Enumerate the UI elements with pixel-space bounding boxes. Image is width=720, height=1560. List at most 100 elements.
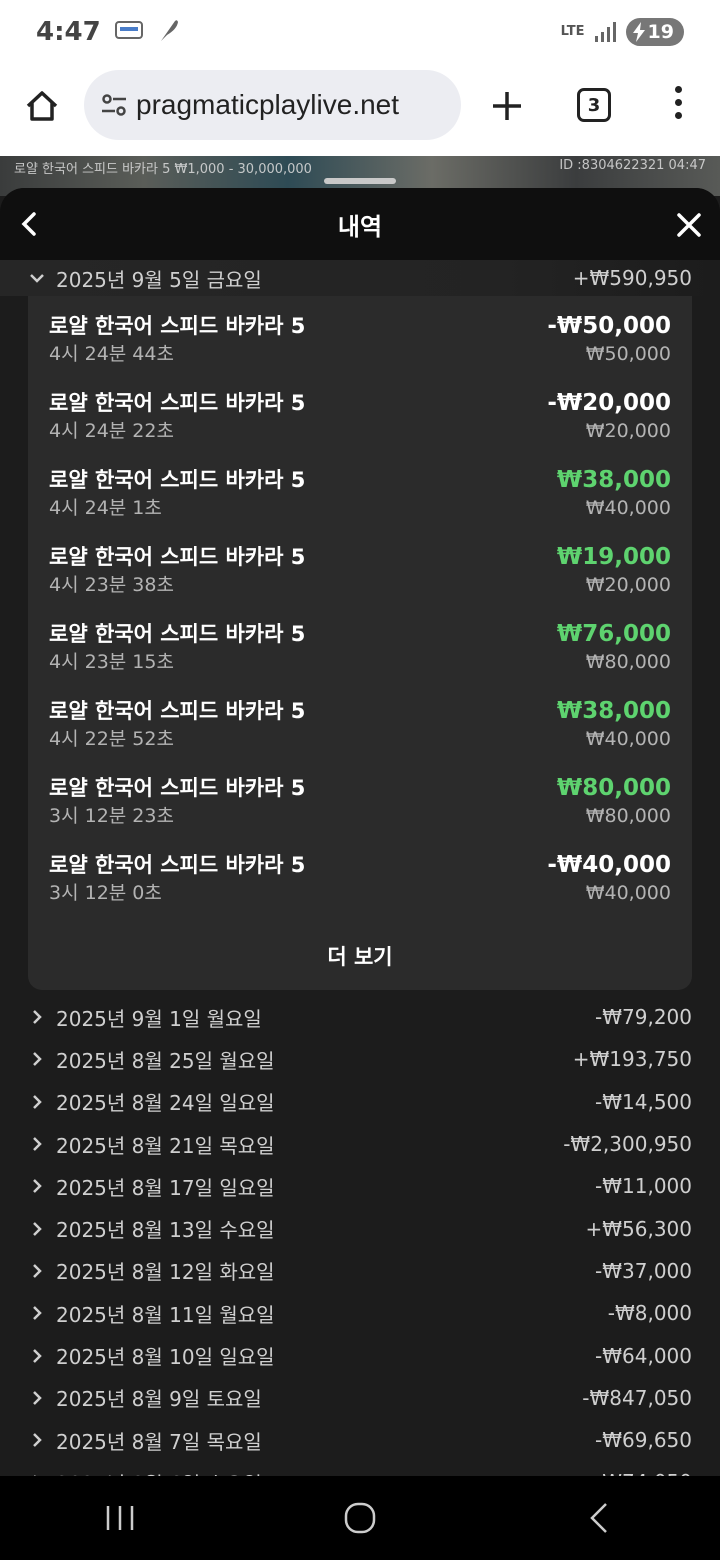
transaction-bet: ₩20,000 [585,574,671,596]
chevron-left-icon [21,212,36,236]
day-total: -₩847,050 [582,1385,692,1410]
day-total: -₩8,000 [607,1301,692,1326]
chevron-right-icon [33,1010,42,1025]
transaction-name: 로얄 한국어 스피드 바카라 5 [49,391,306,415]
chevron-right-icon [33,1390,42,1405]
transaction-row[interactable]: 로얄 한국어 스피드 바카라 5 4시 24분 1초 ₩38,000 ₩40,000 [49,464,671,541]
day-total: +₩193,750 [572,1047,692,1072]
transaction-time: 4시 24분 44초 [49,343,174,365]
day-list: 2025년 9월 1일 월요일 -₩79,200 2025년 8월 25일 월요일 +… [0,996,720,1478]
transaction-list: 로얄 한국어 스피드 바카라 5 4시 24분 44초 -₩50,000 ₩50,00… [49,310,671,926]
tab-switcher-button[interactable]: 3 [577,88,611,122]
day-total: -₩64,000 [595,1343,692,1368]
day-date: 2025년 9월 5일 금요일 [56,267,262,292]
transaction-time: 3시 12분 23초 [49,805,174,827]
transaction-amount: -₩40,000 [547,852,671,878]
transaction-time: 4시 24분 1초 [49,497,162,519]
transaction-bet: ₩20,000 [585,420,671,442]
back-arrow-icon [590,1503,607,1533]
day-date: 2025년 8월 11일 월요일 [56,1302,275,1327]
transaction-bet: ₩50,000 [585,343,671,365]
home-nav-button[interactable] [340,1498,380,1538]
home-button[interactable] [22,86,62,126]
transaction-amount: ₩38,000 [556,698,671,724]
transaction-row[interactable]: 로얄 한국어 스피드 바카라 5 4시 22분 52초 ₩38,000 ₩40,000 [49,695,671,772]
transaction-bet: ₩40,000 [585,728,671,750]
browser-toolbar: pragmaticplaylive.net 3 [0,64,720,156]
transaction-row[interactable]: 로얄 한국어 스피드 바카라 5 3시 12분 0초 -₩40,000 ₩40,000 [49,849,671,926]
transaction-row[interactable]: 로얄 한국어 스피드 바카라 5 4시 23분 15초 ₩76,000 ₩80,000 [49,618,671,695]
day-date: 2025년 8월 10일 일요일 [56,1345,275,1370]
close-icon [677,213,701,237]
day-row[interactable]: 2025년 8월 10일 일요일 -₩64,000 [0,1334,720,1376]
day-date: 2025년 8월 21일 목요일 [56,1133,275,1158]
chevron-right-icon [33,1348,42,1363]
battery-level: 19 [647,21,674,43]
transaction-time: 3시 12분 0초 [49,882,162,904]
transaction-name: 로얄 한국어 스피드 바카라 5 [49,545,306,569]
day-row[interactable]: 2025년 8월 7일 목요일 -₩69,650 [0,1419,720,1461]
transaction-name: 로얄 한국어 스피드 바카라 5 [49,622,306,646]
feather-icon [157,17,179,47]
transaction-row[interactable]: 로얄 한국어 스피드 바카라 5 4시 24분 44초 -₩50,000 ₩50,00… [49,310,671,387]
panel-header: 내역 [0,188,720,260]
day-row[interactable]: 2025년 8월 11일 월요일 -₩8,000 [0,1292,720,1334]
home-icon [26,91,58,121]
chevron-right-icon [33,1137,42,1151]
day-date: 2025년 8월 7일 목요일 [56,1429,262,1454]
bolt-icon [632,22,645,42]
load-more-button[interactable]: 더 보기 [49,926,671,986]
dot-icon [674,99,682,106]
new-tab-button[interactable] [488,87,526,125]
recent-apps-button[interactable] [100,1498,140,1538]
day-row[interactable]: 2025년 8월 13일 수요일 +₩56,300 [0,1207,720,1249]
transaction-name: 로얄 한국어 스피드 바카라 5 [49,699,306,723]
day-date: 2025년 8월 17일 일요일 [56,1175,275,1200]
notification-icon [114,19,143,45]
day-row[interactable]: 2025년 8월 12일 화요일 -₩37,000 [0,1250,720,1292]
day-total: -₩14,500 [595,1089,692,1114]
day-date: 2025년 8월 24일 일요일 [56,1091,275,1116]
chevron-right-icon [33,1306,42,1321]
back-nav-button[interactable] [580,1498,620,1538]
transaction-amount: ₩38,000 [556,467,671,493]
day-row[interactable]: 2025년 8월 25일 월요일 +₩193,750 [0,1038,720,1080]
day-row[interactable]: 2025년 9월 1일 월요일 -₩79,200 [0,996,720,1038]
day-date: 2025년 8월 13일 수요일 [56,1218,275,1243]
day-row[interactable]: 2025년 8월 21일 목요일 -₩2,300,950 [0,1123,720,1165]
transaction-name: 로얄 한국어 스피드 바카라 5 [49,776,306,800]
chevron-right-icon [33,1221,42,1236]
back-button[interactable] [18,210,42,238]
panel-title: 내역 [337,212,383,241]
day-row[interactable]: 2025년 8월 9일 토요일 -₩847,050 [0,1377,720,1419]
address-bar[interactable]: pragmaticplaylive.net [84,70,461,140]
chevron-right-icon [33,1094,42,1109]
history-panel: 내역 2025년 9월 5일 금요일 +₩590,950 로얄 한국어 스피드 … [0,188,720,1478]
transaction-row[interactable]: 로얄 한국어 스피드 바카라 5 4시 24분 22초 -₩20,000 ₩20,00… [49,387,671,464]
transaction-name: 로얄 한국어 스피드 바카라 5 [49,314,306,338]
home-circle-icon [344,1502,376,1534]
day-date: 2025년 8월 12일 화요일 [56,1260,275,1285]
day-row[interactable]: 2025년 8월 17일 일요일 -₩11,000 [0,1165,720,1207]
transaction-row[interactable]: 로얄 한국어 스피드 바카라 5 4시 23분 38초 ₩19,000 ₩20,000 [49,541,671,618]
status-bar: 4:47 LTE 19 [0,0,720,64]
close-button[interactable] [676,212,702,238]
more-menu-button[interactable] [672,86,684,126]
drag-handle[interactable] [324,178,396,184]
transaction-amount: ₩76,000 [556,621,671,647]
transaction-card: 로얄 한국어 스피드 바카라 5 4시 24분 44초 -₩50,000 ₩50,00… [28,296,692,990]
site-settings-icon[interactable] [100,93,128,117]
dot-icon [674,112,682,119]
chevron-right-icon [33,1264,42,1278]
network-type: LTE [560,24,585,39]
transaction-time: 4시 23분 15초 [49,651,174,673]
transaction-amount: ₩80,000 [556,775,671,801]
transaction-row[interactable]: 로얄 한국어 스피드 바카라 5 3시 12분 23초 ₩80,000 ₩80,000 [49,772,671,849]
day-row[interactable]: 2025년 8월 24일 일요일 -₩14,500 [0,1081,720,1123]
day-total: -₩79,200 [595,1005,692,1030]
transaction-bet: ₩80,000 [585,651,671,673]
day-row-expanded[interactable]: 2025년 9월 5일 금요일 +₩590,950 [0,260,720,296]
transaction-time: 4시 22분 52초 [49,728,174,750]
transaction-amount: ₩19,000 [556,544,671,570]
plus-icon [493,92,521,120]
